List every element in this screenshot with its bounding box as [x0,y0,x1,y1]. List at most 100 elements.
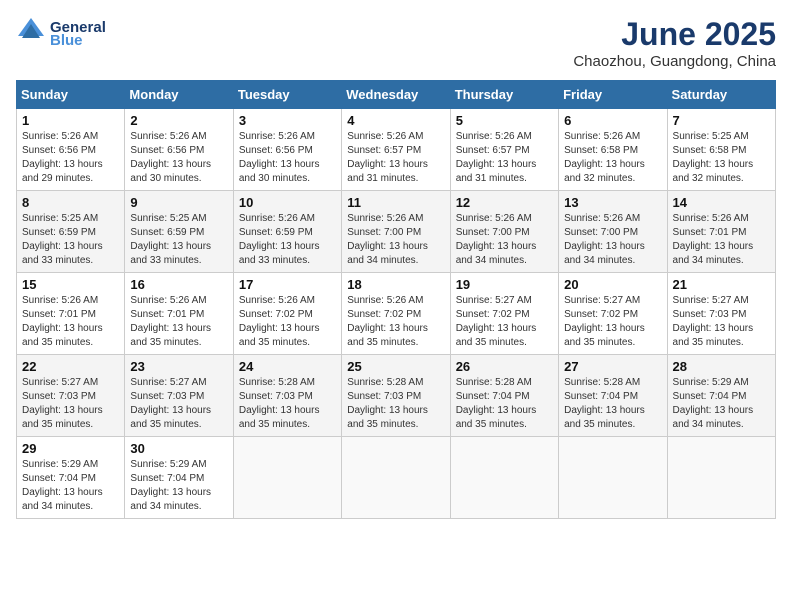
calendar-cell: 8 Sunrise: 5:25 AM Sunset: 6:59 PM Daylig… [17,191,125,273]
page-header: General Blue June 2025 Chaozhou, Guangdo… [16,16,776,70]
weekday-header-friday: Friday [559,81,667,109]
calendar-cell [342,437,450,519]
weekday-header-sunday: Sunday [17,81,125,109]
calendar-week-row: 22 Sunrise: 5:27 AM Sunset: 7:03 PM Dayli… [17,355,776,437]
day-info: Sunrise: 5:26 AM Sunset: 7:01 PM Dayligh… [130,294,227,350]
day-number: 15 [22,277,119,292]
day-number: 1 [22,113,119,128]
calendar-week-row: 29 Sunrise: 5:29 AM Sunset: 7:04 PM Dayli… [17,437,776,519]
calendar-cell: 4 Sunrise: 5:26 AM Sunset: 6:57 PM Daylig… [342,109,450,191]
calendar-cell: 25Sunrise: 5:28 AM Sunset: 7:03 PM Dayli… [342,355,450,437]
day-info: Sunrise: 5:27 AM Sunset: 7:03 PM Dayligh… [673,294,770,350]
day-info: Sunrise: 5:25 AM Sunset: 6:58 PM Dayligh… [673,130,770,186]
day-info: Sunrise: 5:25 AM Sunset: 6:59 PM Dayligh… [22,212,119,268]
day-number: 8 [22,195,119,210]
calendar-cell: 6 Sunrise: 5:26 AM Sunset: 6:58 PM Daylig… [559,109,667,191]
calendar-cell [450,437,558,519]
calendar-cell: 1 Sunrise: 5:26 AM Sunset: 6:56 PM Daylig… [17,109,125,191]
day-number: 13 [564,195,661,210]
calendar-cell: 12Sunrise: 5:26 AM Sunset: 7:00 PM Dayli… [450,191,558,273]
calendar-cell: 16 Sunrise: 5:26 AM Sunset: 7:01 PM Dayli… [125,273,233,355]
day-info: Sunrise: 5:26 AM Sunset: 6:56 PM Dayligh… [239,130,336,186]
calendar-cell: 11 Sunrise: 5:26 AM Sunset: 7:00 PM Dayli… [342,191,450,273]
day-number: 22 [22,359,119,374]
logo: General Blue [16,16,106,51]
month-title: June 2025 [573,16,776,53]
day-info: Sunrise: 5:27 AM Sunset: 7:02 PM Dayligh… [456,294,553,350]
calendar-week-row: 8 Sunrise: 5:25 AM Sunset: 6:59 PM Daylig… [17,191,776,273]
day-info: Sunrise: 5:28 AM Sunset: 7:04 PM Dayligh… [456,376,553,432]
day-info: Sunrise: 5:26 AM Sunset: 7:02 PM Dayligh… [347,294,444,350]
day-number: 23 [130,359,227,374]
day-number: 21 [673,277,770,292]
location: Chaozhou, Guangdong, China [573,53,776,70]
day-info: Sunrise: 5:26 AM Sunset: 7:00 PM Dayligh… [456,212,553,268]
calendar-cell: 13 Sunrise: 5:26 AM Sunset: 7:00 PM Dayli… [559,191,667,273]
weekday-header-thursday: Thursday [450,81,558,109]
calendar-cell: 27Sunrise: 5:28 AM Sunset: 7:04 PM Dayli… [559,355,667,437]
calendar-cell: 18 Sunrise: 5:26 AM Sunset: 7:02 PM Dayli… [342,273,450,355]
day-info: Sunrise: 5:25 AM Sunset: 6:59 PM Dayligh… [130,212,227,268]
calendar-table: SundayMondayTuesdayWednesdayThursdayFrid… [16,80,776,519]
weekday-header-tuesday: Tuesday [233,81,341,109]
weekday-header-monday: Monday [125,81,233,109]
day-info: Sunrise: 5:27 AM Sunset: 7:02 PM Dayligh… [564,294,661,350]
calendar-week-row: 15 Sunrise: 5:26 AM Sunset: 7:01 PM Dayli… [17,273,776,355]
day-number: 7 [673,113,770,128]
day-number: 16 [130,277,227,292]
calendar-cell: 29 Sunrise: 5:29 AM Sunset: 7:04 PM Dayli… [17,437,125,519]
day-number: 26 [456,359,553,374]
day-info: Sunrise: 5:26 AM Sunset: 6:56 PM Dayligh… [22,130,119,186]
day-number: 29 [22,441,119,456]
day-info: Sunrise: 5:26 AM Sunset: 6:56 PM Dayligh… [130,130,227,186]
day-info: Sunrise: 5:26 AM Sunset: 6:57 PM Dayligh… [456,130,553,186]
day-info: Sunrise: 5:29 AM Sunset: 7:04 PM Dayligh… [673,376,770,432]
day-number: 18 [347,277,444,292]
day-info: Sunrise: 5:26 AM Sunset: 7:01 PM Dayligh… [22,294,119,350]
calendar-cell: 24Sunrise: 5:28 AM Sunset: 7:03 PM Dayli… [233,355,341,437]
day-info: Sunrise: 5:29 AM Sunset: 7:04 PM Dayligh… [22,458,119,514]
day-info: Sunrise: 5:26 AM Sunset: 7:01 PM Dayligh… [673,212,770,268]
calendar-cell: 21 Sunrise: 5:27 AM Sunset: 7:03 PM Dayli… [667,273,775,355]
day-number: 4 [347,113,444,128]
day-number: 24 [239,359,336,374]
day-number: 30 [130,441,227,456]
day-info: Sunrise: 5:29 AM Sunset: 7:04 PM Dayligh… [130,458,227,514]
day-number: 14 [673,195,770,210]
day-info: Sunrise: 5:26 AM Sunset: 7:00 PM Dayligh… [347,212,444,268]
calendar-cell: 30 Sunrise: 5:29 AM Sunset: 7:04 PM Dayli… [125,437,233,519]
calendar-cell: 3Sunrise: 5:26 AM Sunset: 6:56 PM Daylig… [233,109,341,191]
day-number: 20 [564,277,661,292]
day-number: 11 [347,195,444,210]
day-number: 6 [564,113,661,128]
weekday-header-wednesday: Wednesday [342,81,450,109]
day-info: Sunrise: 5:26 AM Sunset: 6:58 PM Dayligh… [564,130,661,186]
calendar-cell [667,437,775,519]
weekday-header-saturday: Saturday [667,81,775,109]
calendar-cell: 9Sunrise: 5:25 AM Sunset: 6:59 PM Daylig… [125,191,233,273]
day-info: Sunrise: 5:27 AM Sunset: 7:03 PM Dayligh… [22,376,119,432]
calendar-cell: 14 Sunrise: 5:26 AM Sunset: 7:01 PM Dayli… [667,191,775,273]
calendar-cell: 5 Sunrise: 5:26 AM Sunset: 6:57 PM Daylig… [450,109,558,191]
calendar-body: 1 Sunrise: 5:26 AM Sunset: 6:56 PM Daylig… [17,109,776,519]
calendar-header-row: SundayMondayTuesdayWednesdayThursdayFrid… [17,81,776,109]
calendar-cell [559,437,667,519]
day-info: Sunrise: 5:26 AM Sunset: 6:57 PM Dayligh… [347,130,444,186]
calendar-cell: 22 Sunrise: 5:27 AM Sunset: 7:03 PM Dayli… [17,355,125,437]
day-number: 28 [673,359,770,374]
calendar-cell: 17 Sunrise: 5:26 AM Sunset: 7:02 PM Dayli… [233,273,341,355]
day-info: Sunrise: 5:26 AM Sunset: 7:02 PM Dayligh… [239,294,336,350]
day-info: Sunrise: 5:26 AM Sunset: 7:00 PM Dayligh… [564,212,661,268]
day-number: 19 [456,277,553,292]
day-number: 17 [239,277,336,292]
day-info: Sunrise: 5:28 AM Sunset: 7:04 PM Dayligh… [564,376,661,432]
day-info: Sunrise: 5:27 AM Sunset: 7:03 PM Dayligh… [130,376,227,432]
day-number: 5 [456,113,553,128]
title-area: June 2025 Chaozhou, Guangdong, China [573,16,776,70]
day-number: 25 [347,359,444,374]
calendar-cell: 20 Sunrise: 5:27 AM Sunset: 7:02 PM Dayli… [559,273,667,355]
day-number: 2 [130,113,227,128]
calendar-cell: 23 Sunrise: 5:27 AM Sunset: 7:03 PM Dayli… [125,355,233,437]
logo-icon [16,16,46,46]
day-number: 10 [239,195,336,210]
